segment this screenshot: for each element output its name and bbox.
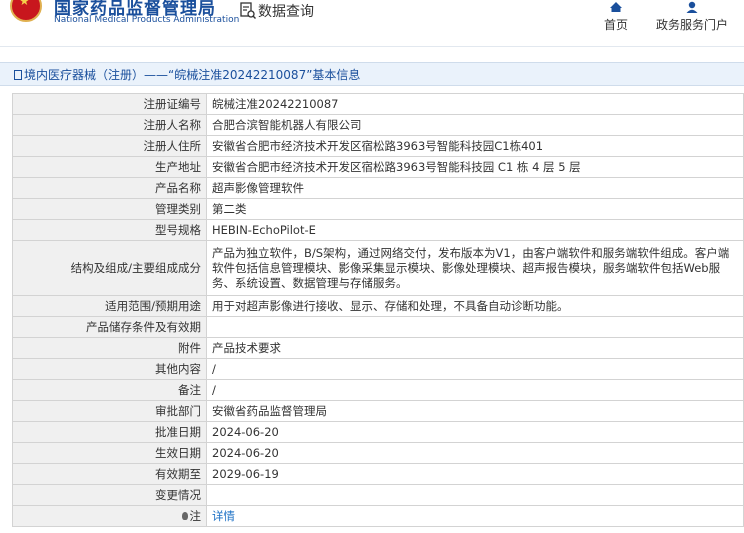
field-label: 审批部门: [12, 400, 207, 422]
table-row: 适用范围/预期用途 用于对超声影像进行接收、显示、存储和处理，不具备自动诊断功能。: [12, 295, 744, 317]
nmpa-emblem-icon: ★: [10, 0, 42, 22]
field-value: [206, 316, 744, 338]
field-label: 注册人名称: [12, 114, 207, 136]
field-label: 适用范围/预期用途: [12, 295, 207, 317]
table-row: 型号规格 HEBIN-EchoPilot-E: [12, 219, 744, 241]
field-value: 安徽省药品监督管理局: [206, 400, 744, 422]
document-icon: [14, 70, 22, 80]
field-value: 超声影像管理软件: [206, 177, 744, 199]
site-header: ★ 国家药品监督管理局 National Medical Products Ad…: [0, 0, 744, 47]
field-label: 产品储存条件及有效期: [12, 316, 207, 338]
field-value: 2024-06-20: [206, 442, 744, 464]
table-row: 产品名称 超声影像管理软件: [12, 177, 744, 199]
field-label: 注册人住所: [12, 135, 207, 157]
field-value: 2024-06-20: [206, 421, 744, 443]
field-label: 注: [12, 505, 207, 527]
field-value: 详情: [206, 505, 744, 527]
lightbulb-icon: [181, 512, 188, 520]
field-value: [206, 484, 744, 506]
field-value: 安徽省合肥市经济技术开发区宿松路3963号智能科技园C1栋401: [206, 135, 744, 157]
field-label: 其他内容: [12, 358, 207, 380]
table-row: 审批部门 安徽省药品监督管理局: [12, 400, 744, 422]
field-value: 用于对超声影像进行接收、显示、存储和处理，不具备自动诊断功能。: [206, 295, 744, 317]
table-row: 管理类别 第二类: [12, 198, 744, 220]
table-row: 有效期至 2029-06-19: [12, 463, 744, 485]
field-label: 变更情况: [12, 484, 207, 506]
field-value: /: [206, 379, 744, 401]
details-link[interactable]: 详情: [212, 509, 235, 523]
field-label: 批准日期: [12, 421, 207, 443]
field-label: 生效日期: [12, 442, 207, 464]
field-label: 结构及组成/主要组成成分: [12, 240, 207, 296]
note-label: 注: [189, 509, 202, 523]
field-label: 注册证编号: [12, 93, 207, 115]
field-value: 皖械注准20242210087: [206, 93, 744, 115]
nav-service-portal[interactable]: 政务服务门户: [655, 0, 729, 33]
field-value: 第二类: [206, 198, 744, 220]
field-value: 产品为独立软件，B/S架构，通过网络交付，发布版本为V1，由客户端软件和服务端软…: [206, 240, 744, 296]
table-row: 产品储存条件及有效期: [12, 316, 744, 338]
table-row: 变更情况: [12, 484, 744, 506]
document-search-icon: [240, 2, 256, 20]
field-value: HEBIN-EchoPilot-E: [206, 219, 744, 241]
home-icon: [608, 0, 624, 16]
field-label: 备注: [12, 379, 207, 401]
field-label: 型号规格: [12, 219, 207, 241]
table-row: 注册证编号 皖械注准20242210087: [12, 93, 744, 115]
table-row: 结构及组成/主要组成成分 产品为独立软件，B/S架构，通过网络交付，发布版本为V1…: [12, 240, 744, 296]
field-value: 产品技术要求: [206, 337, 744, 359]
field-value: 安徽省合肥市经济技术开发区宿松路3963号智能科技园 C1 栋 4 层 5 层: [206, 156, 744, 178]
field-value: 2029-06-19: [206, 463, 744, 485]
record-title-bar: 境内医疗器械（注册）——“皖械注准20242210087”基本信息: [0, 62, 744, 86]
table-row: 其他内容 /: [12, 358, 744, 380]
record-title: 境内医疗器械（注册）——“皖械注准20242210087”基本信息: [14, 66, 360, 83]
field-label: 有效期至: [12, 463, 207, 485]
nav-home[interactable]: 首页: [602, 0, 630, 33]
table-row: 注详情: [12, 505, 744, 527]
table-row: 生效日期 2024-06-20: [12, 442, 744, 464]
registration-info-table: 注册证编号 皖械注准20242210087 注册人名称 合肥合滨智能机器人有限公司 注册…: [12, 93, 744, 527]
field-label: 附件: [12, 337, 207, 359]
table-row: 附件 产品技术要求: [12, 337, 744, 359]
field-label: 产品名称: [12, 177, 207, 199]
field-label: 管理类别: [12, 198, 207, 220]
table-row: 批准日期 2024-06-20: [12, 421, 744, 443]
nav-service-portal-label: 政务服务门户: [655, 18, 728, 32]
user-icon: [684, 0, 700, 16]
nav-home-label: 首页: [603, 18, 628, 32]
table-row: 生产地址 安徽省合肥市经济技术开发区宿松路3963号智能科技园 C1 栋 4 层 …: [12, 156, 744, 178]
table-row: 注册人住所 安徽省合肥市经济技术开发区宿松路3963号智能科技园C1栋401: [12, 135, 744, 157]
field-value: /: [206, 358, 744, 380]
table-row: 注册人名称 合肥合滨智能机器人有限公司: [12, 114, 744, 136]
record-title-text: 境内医疗器械（注册）——“皖械注准20242210087”基本信息: [24, 68, 361, 82]
data-query-label: 数据查询: [258, 4, 314, 20]
data-query-link[interactable]: 数据查询: [240, 1, 314, 21]
field-value: 合肥合滨智能机器人有限公司: [206, 114, 744, 136]
brand-subtitle: National Medical Products Administration: [54, 15, 240, 25]
field-label: 生产地址: [12, 156, 207, 178]
table-row: 备注 /: [12, 379, 744, 401]
